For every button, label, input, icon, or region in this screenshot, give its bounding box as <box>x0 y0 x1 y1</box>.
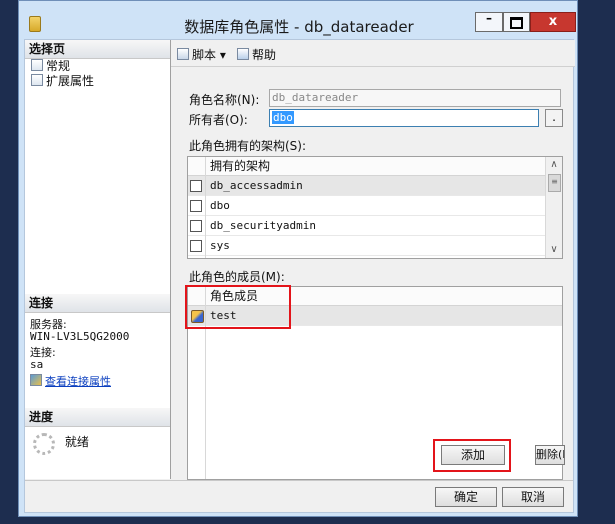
table-row[interactable]: sys <box>188 236 562 256</box>
scroll-up-icon[interactable]: ∧ <box>546 157 562 173</box>
table-row[interactable]: dbo <box>188 196 562 216</box>
nav-item-extended-properties[interactable]: 扩展属性 <box>25 74 170 89</box>
table-row[interactable]: db <box>188 256 562 258</box>
ok-button[interactable]: 确定 <box>435 487 497 507</box>
table-row[interactable]: db_securityadmin <box>188 216 562 236</box>
chevron-down-icon: ▾ <box>219 48 226 62</box>
connection-label: 连接: <box>30 346 56 359</box>
progress-header: 进度 <box>25 408 170 427</box>
schemas-scrollbar[interactable]: ∧ ≡ ∨ <box>545 157 562 258</box>
help-icon <box>237 48 249 60</box>
scroll-down-icon[interactable]: ∨ <box>546 242 562 258</box>
left-pane: 选择页 常规 扩展属性 连接 服务器: WIN-LV3L5QG2000 连接: … <box>25 40 171 479</box>
schema-checkbox[interactable] <box>190 220 202 232</box>
browse-owner-button[interactable]: . <box>545 109 563 127</box>
dialog-client: 选择页 常规 扩展属性 连接 服务器: WIN-LV3L5QG2000 连接: … <box>24 39 575 515</box>
schemas-section-label: 此角色拥有的架构(S): <box>189 139 307 153</box>
connection-header: 连接 <box>25 294 170 313</box>
role-name-field[interactable]: db_datareader <box>269 89 561 107</box>
nav-item-general[interactable]: 常规 <box>25 59 170 74</box>
dialog-footer: 确定 取消 <box>25 480 573 515</box>
schema-checkbox[interactable] <box>190 200 202 212</box>
grid-divider <box>205 157 206 258</box>
page-icon <box>31 59 43 71</box>
connection-value: sa <box>30 358 44 371</box>
page-icon <box>31 74 43 86</box>
highlight-add-button <box>433 439 511 472</box>
owner-label: 所有者(O): <box>189 113 248 127</box>
role-name-label: 角色名称(N): <box>189 93 260 107</box>
progress-status: 就绪 <box>64 435 89 449</box>
table-row[interactable]: db_accessadmin <box>188 176 562 196</box>
script-label: 脚本 <box>192 48 217 62</box>
title-bar: 数据库角色属性 - db_datareader – x <box>19 1 577 39</box>
progress-spinner-icon <box>33 433 55 455</box>
maximize-button[interactable] <box>503 12 530 32</box>
members-section-label: 此角色的成员(M): <box>189 270 285 284</box>
view-connection-properties-link[interactable]: 查看连接属性 <box>45 375 111 388</box>
highlight-members <box>185 285 291 329</box>
cancel-button[interactable]: 取消 <box>502 487 564 507</box>
script-icon <box>177 48 189 60</box>
schema-name: sys <box>210 239 230 252</box>
nav-item-label: 扩展属性 <box>46 74 95 88</box>
owner-field[interactable]: dbo <box>269 109 539 127</box>
connection-properties-icon <box>30 374 42 386</box>
owner-value: dbo <box>272 111 294 124</box>
maximize-icon <box>510 17 523 29</box>
schema-name: db_securityadmin <box>210 219 316 232</box>
remove-member-button[interactable]: 删除(E) <box>535 445 565 465</box>
schemas-grid-header: 拥有的架构 <box>188 157 562 176</box>
schema-checkbox[interactable] <box>190 240 202 252</box>
nav-item-label: 常规 <box>46 59 71 73</box>
schema-name: db_accessadmin <box>210 179 303 192</box>
help-label: 帮助 <box>252 48 277 62</box>
schema-name: dbo <box>210 199 230 212</box>
progress-section: 进度 就绪 <box>25 408 170 455</box>
select-page-header: 选择页 <box>25 40 170 59</box>
minimize-button[interactable]: – <box>475 12 503 32</box>
schemas-grid: 拥有的架构 db_accessadmin dbo db_securityadmi… <box>187 156 563 259</box>
scroll-thumb[interactable]: ≡ <box>548 174 561 192</box>
close-button[interactable]: x <box>530 12 576 32</box>
main-form: 角色名称(N): db_datareader 所有者(O): dbo . 此角色… <box>171 67 575 480</box>
dialog-window: 数据库角色属性 - db_datareader – x 选择页 常规 扩展属性 … <box>18 0 578 517</box>
server-value: WIN-LV3L5QG2000 <box>30 330 130 343</box>
help-button[interactable]: 帮助 <box>237 46 276 63</box>
toolbar: 脚本 ▾ 帮助 <box>171 40 575 67</box>
script-button[interactable]: 脚本 ▾ <box>177 46 226 63</box>
schema-checkbox[interactable] <box>190 180 202 192</box>
connection-section: 连接 服务器: WIN-LV3L5QG2000 连接: sa 查看连接属性 <box>25 294 170 388</box>
